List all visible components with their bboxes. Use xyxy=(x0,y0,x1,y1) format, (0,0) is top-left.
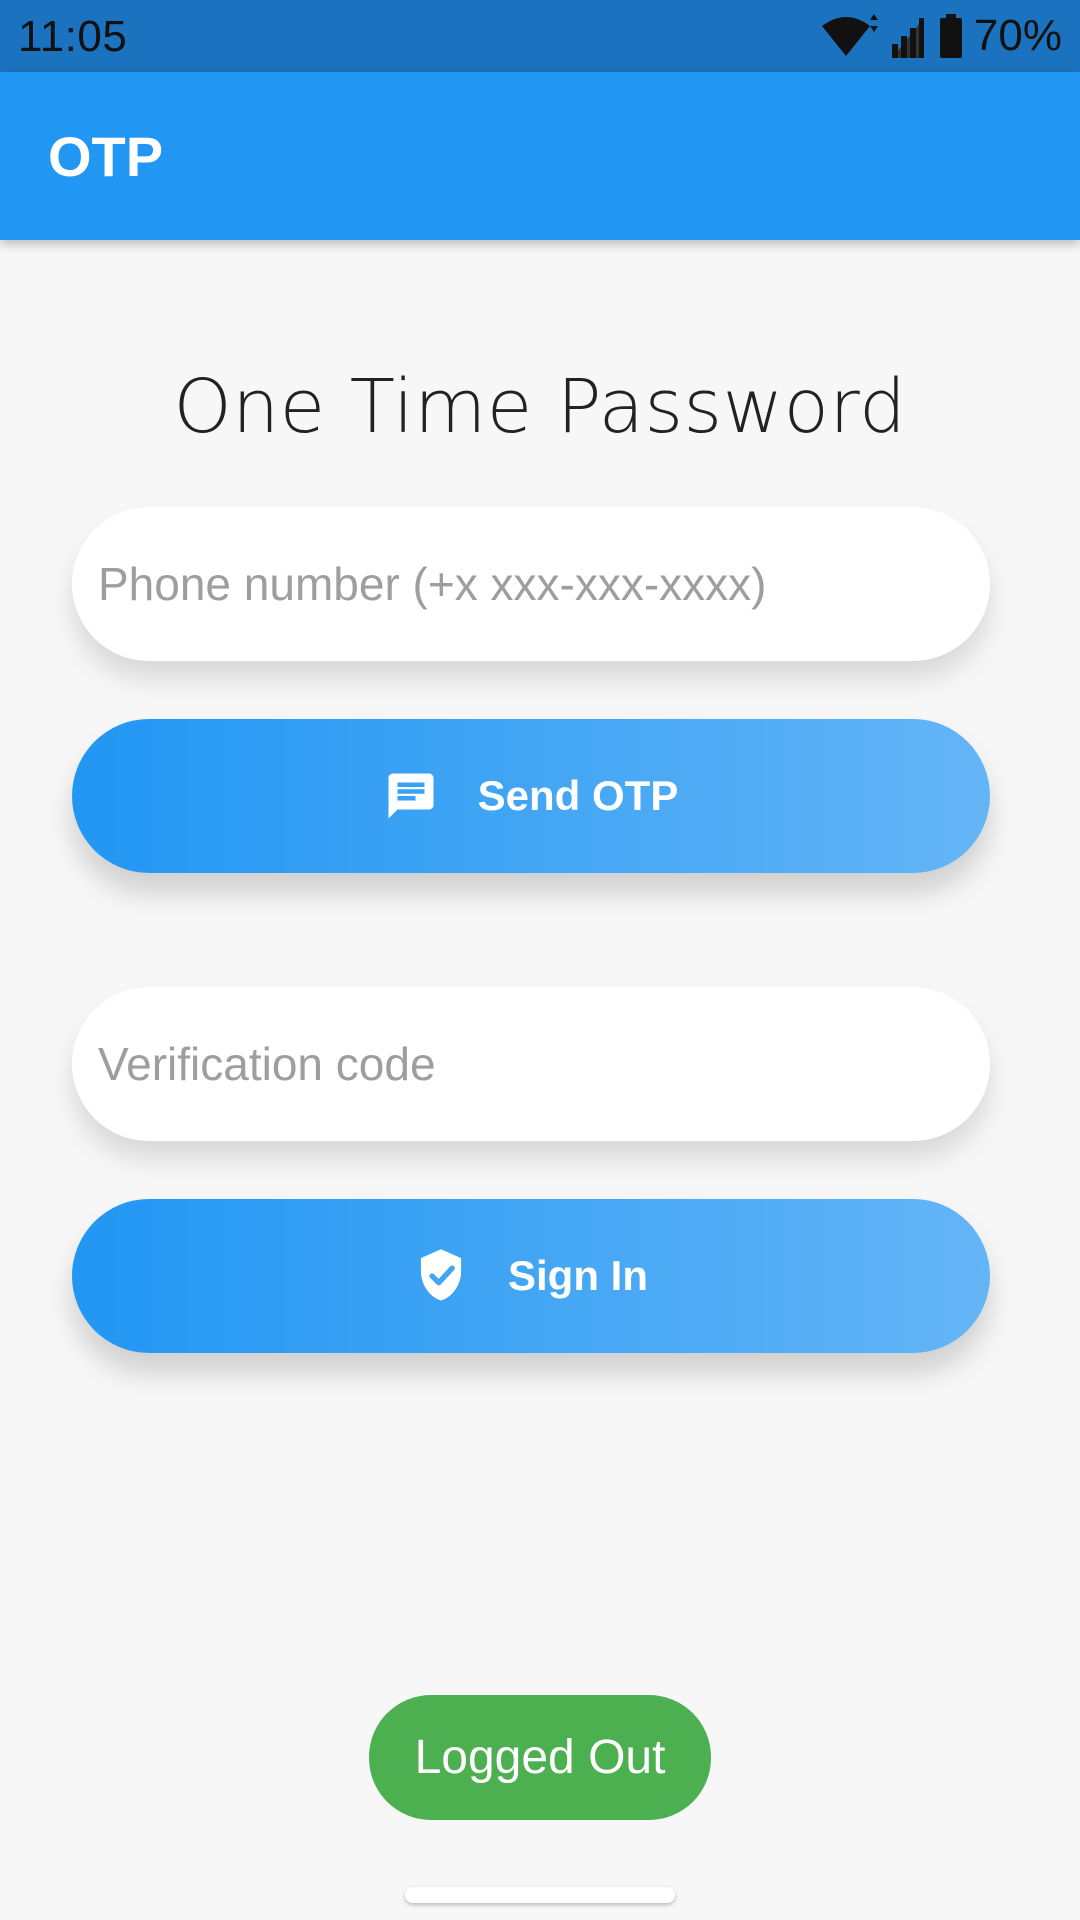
battery-icon xyxy=(938,14,964,58)
shield-check-icon xyxy=(414,1247,468,1305)
verification-code-field[interactable] xyxy=(72,987,990,1141)
message-icon xyxy=(384,769,438,823)
send-otp-label: Send OTP xyxy=(477,772,679,819)
status-icons: 70% xyxy=(820,10,1062,62)
status-bar: 11:05 70% xyxy=(0,0,1080,72)
battery-percent: 70% xyxy=(973,11,1062,60)
status-time: 11:05 xyxy=(18,12,128,61)
app-bar: OTP xyxy=(0,72,1080,240)
send-otp-button[interactable]: Send OTP xyxy=(72,719,990,873)
phone-number-input[interactable] xyxy=(96,533,960,635)
login-status-label: Logged Out xyxy=(414,1730,666,1784)
verification-code-input[interactable] xyxy=(96,1013,960,1115)
login-status-badge: Logged Out xyxy=(369,1695,711,1820)
sign-in-label: Sign In xyxy=(508,1252,648,1299)
sign-in-button[interactable]: Sign In xyxy=(72,1199,990,1353)
wifi-icon xyxy=(820,14,878,58)
navigation-handle[interactable] xyxy=(405,1887,675,1903)
phone-number-field[interactable] xyxy=(72,507,990,661)
page-title: One Time Password xyxy=(173,364,907,450)
app-title: OTP xyxy=(48,125,164,188)
signal-icon xyxy=(888,14,928,58)
